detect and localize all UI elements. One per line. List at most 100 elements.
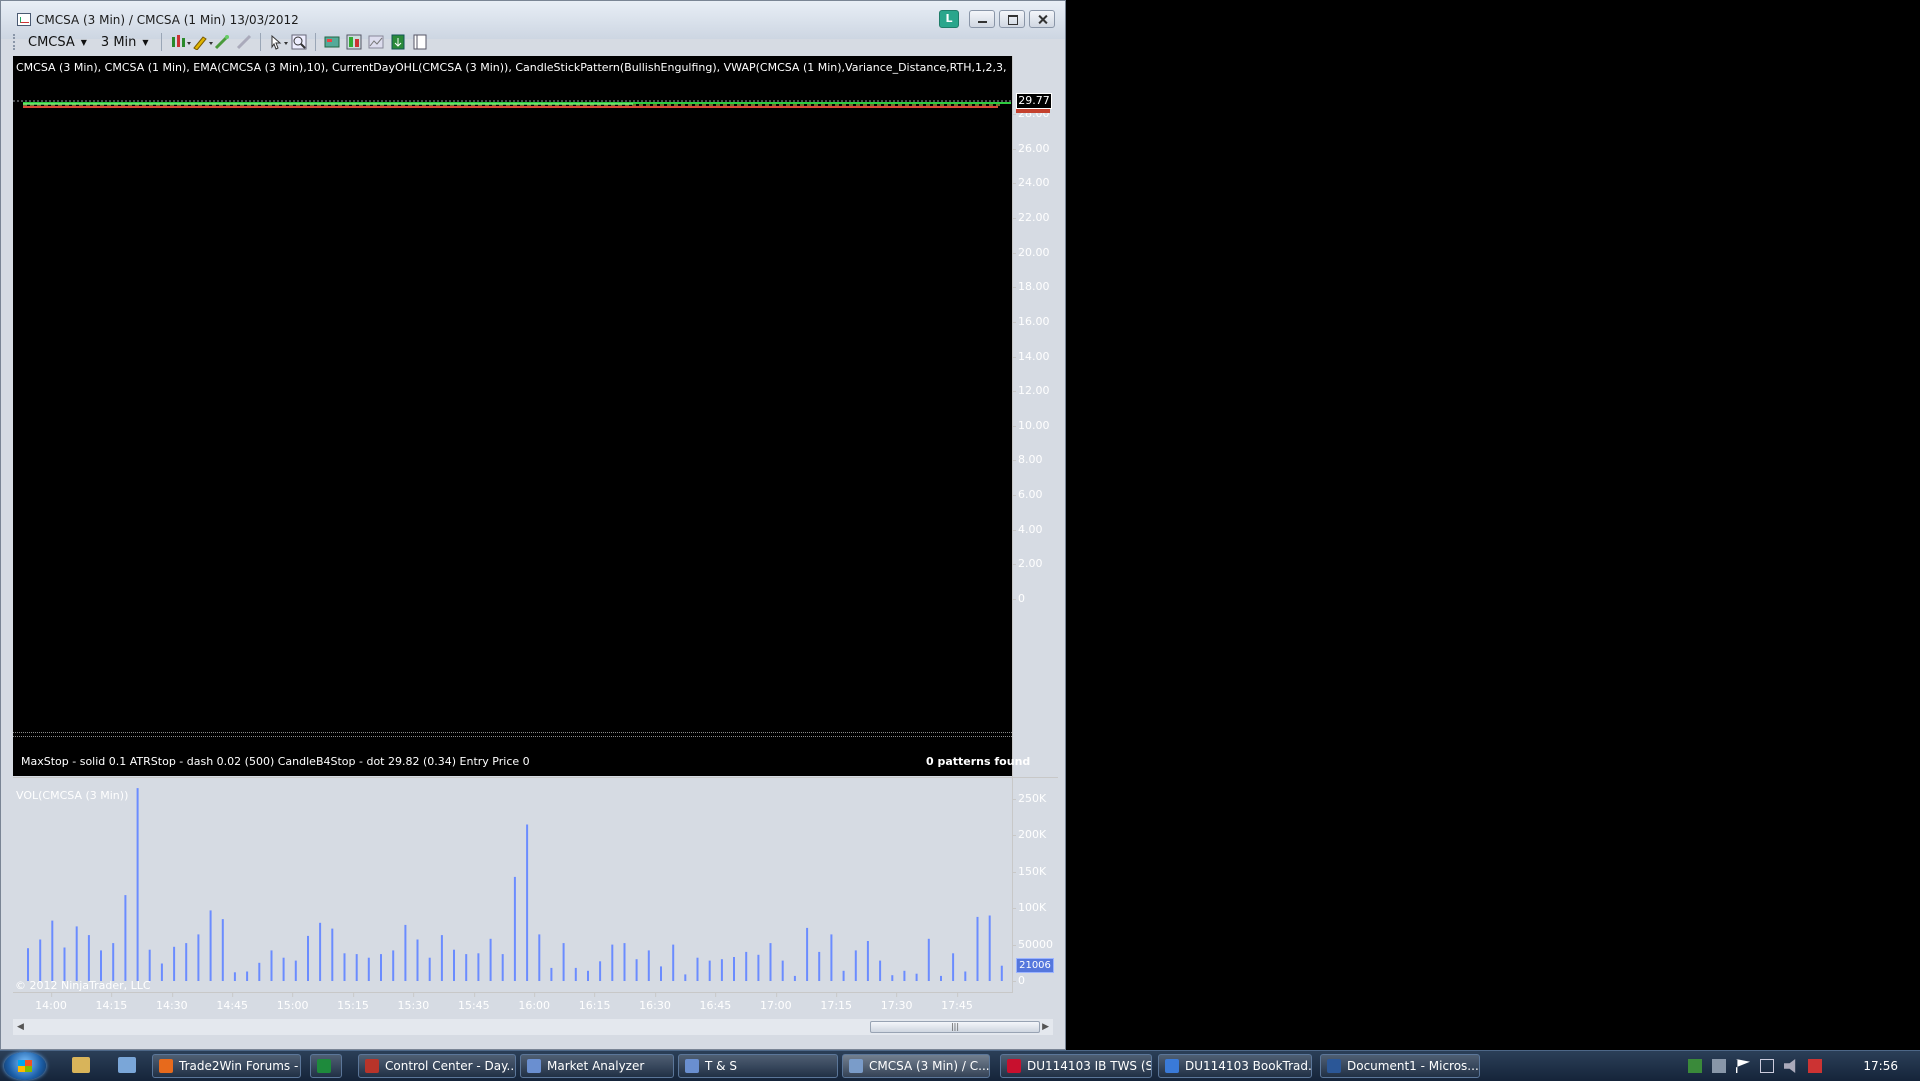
volume-bar xyxy=(830,934,833,981)
taskbar-item[interactable]: Trade2Win Forums - ... xyxy=(152,1054,301,1078)
taskbar-item[interactable]: DU114103 BookTrad... xyxy=(1158,1054,1312,1078)
start-button[interactable] xyxy=(4,1052,46,1080)
flag-icon[interactable] xyxy=(1736,1059,1750,1073)
volume-bar xyxy=(51,920,54,981)
volume-bar xyxy=(538,934,541,981)
bar-type-icon[interactable] xyxy=(170,34,191,50)
volume-bar xyxy=(988,915,991,981)
volume-bar xyxy=(148,949,151,981)
close-button[interactable] xyxy=(1029,10,1055,28)
time-axis-tick: 16:15 xyxy=(578,993,611,1012)
chart-image-icon[interactable] xyxy=(368,34,384,50)
refresh-icon[interactable] xyxy=(390,34,406,50)
chevron-down-icon: ▼ xyxy=(80,37,87,47)
volume-bar xyxy=(672,944,675,981)
folder-icon[interactable] xyxy=(72,1057,90,1073)
volume-bar xyxy=(793,975,796,981)
horizontal-scrollbar[interactable]: ◀ ||| ▶ xyxy=(13,1019,1053,1035)
taskbar-item[interactable]: Control Center - Day... xyxy=(358,1054,516,1078)
time-axis-tick: 15:30 xyxy=(397,993,430,1012)
minimize-button[interactable] xyxy=(969,10,995,28)
taskbar-item[interactable] xyxy=(310,1054,342,1078)
taskbar-item[interactable]: Market Analyzer xyxy=(520,1054,674,1078)
volume-bar xyxy=(367,957,370,981)
volume-chart[interactable] xyxy=(13,780,1013,992)
volume-bar xyxy=(112,943,115,981)
instrument-dropdown[interactable]: CMCSA ▼ xyxy=(24,35,91,50)
volume-axis-tick: 50000 xyxy=(1012,938,1058,951)
price-axis-tick: 14.00 xyxy=(1012,350,1058,363)
toolbar-grip[interactable] xyxy=(13,34,18,50)
volume-bar xyxy=(769,943,772,981)
monitor-icon[interactable] xyxy=(1760,1059,1774,1073)
time-axis-tick: 17:30 xyxy=(880,993,913,1012)
scroll-right-icon[interactable]: ▶ xyxy=(1042,1022,1049,1032)
strategy-icon[interactable] xyxy=(236,34,252,50)
taskbar-item[interactable]: CMCSA (3 Min) / C... xyxy=(842,1054,990,1078)
volume-bar xyxy=(355,954,358,981)
interval-label: 3 Min xyxy=(100,34,137,50)
clock[interactable]: 17:56 xyxy=(1863,1059,1898,1073)
volume-bar xyxy=(197,934,200,981)
volume-bar xyxy=(684,974,687,981)
volume-bar xyxy=(136,788,139,981)
last-volume-tag: 21006 xyxy=(1016,958,1054,973)
system-tray: 17:56 xyxy=(1670,1051,1920,1081)
volume-axis-tick: 250K xyxy=(1012,792,1058,805)
scroll-left-icon[interactable]: ◀ xyxy=(17,1022,24,1032)
zero-line xyxy=(13,732,1012,737)
taskbar-item-label: DU114103 IB TWS (Si... xyxy=(1027,1059,1151,1073)
volume-icon[interactable] xyxy=(1784,1059,1796,1073)
volume-bar xyxy=(891,975,894,981)
price-panel[interactable]: CMCSA (3 Min), CMCSA (1 Min), EMA(CMCSA … xyxy=(13,56,1013,776)
cursor-icon[interactable] xyxy=(269,34,288,50)
volume-bar xyxy=(331,928,334,981)
taskbar-item-label: T & S xyxy=(705,1059,737,1073)
window-icon xyxy=(527,1059,541,1073)
time-axis-tick: 14:30 xyxy=(155,993,188,1012)
chart-app-icon xyxy=(17,13,31,26)
price-axis[interactable]: 28.00 26.00 24.00 22.00 20.00 18.00 16.00 14.00… xyxy=(1012,56,1058,777)
properties-icon[interactable] xyxy=(412,34,428,50)
order-entry-icon[interactable] xyxy=(324,34,340,50)
price-axis-tick: 22.00 xyxy=(1012,211,1058,224)
volume-bar xyxy=(818,951,821,981)
volume-bar xyxy=(574,967,577,981)
link-button[interactable]: L xyxy=(939,10,959,28)
price-axis-tick: 0 xyxy=(1012,592,1058,605)
taskbar-item[interactable]: DU114103 IB TWS (Si... xyxy=(1000,1054,1152,1078)
volume-bar xyxy=(124,895,127,981)
notepad-icon[interactable] xyxy=(118,1057,136,1073)
volume-bar xyxy=(745,951,748,981)
volume-bar xyxy=(392,950,395,981)
price-axis-tick: 26.00 xyxy=(1012,142,1058,155)
volume-bar xyxy=(319,922,322,981)
data-box-icon[interactable] xyxy=(346,34,362,50)
volume-bar xyxy=(404,924,407,981)
volume-axis-tick: 200K xyxy=(1012,828,1058,841)
volume-bar xyxy=(27,948,29,981)
taskbar-item[interactable]: Document1 - Micros... xyxy=(1320,1054,1480,1078)
maximize-button[interactable] xyxy=(999,10,1025,28)
chart-toolbar: CMCSA ▼ 3 Min ▼ xyxy=(13,30,1053,54)
interval-dropdown[interactable]: 3 Min ▼ xyxy=(97,35,153,50)
taskbar-item-label: Control Center - Day... xyxy=(385,1059,516,1073)
volume-bar xyxy=(233,972,236,981)
scroll-thumb[interactable]: ||| xyxy=(870,1021,1040,1033)
volume-bar xyxy=(39,939,42,981)
volume-bar xyxy=(623,943,626,981)
volume-bar xyxy=(964,971,967,981)
volume-bar xyxy=(854,950,857,981)
drawing-tool-icon[interactable] xyxy=(192,34,213,51)
taskbar-item[interactable]: T & S xyxy=(678,1054,838,1078)
volume-bar xyxy=(513,876,516,981)
volume-bar xyxy=(87,935,90,981)
panel-divider[interactable] xyxy=(13,777,1058,778)
alert-icon[interactable] xyxy=(1808,1059,1822,1073)
speaker-icon[interactable] xyxy=(1712,1059,1726,1073)
indicator-icon[interactable] xyxy=(214,34,230,50)
zoom-icon[interactable] xyxy=(291,34,307,50)
network-icon[interactable] xyxy=(1688,1059,1702,1073)
time-axis-tick: 15:00 xyxy=(276,993,309,1012)
time-axis-tick: 14:15 xyxy=(95,993,128,1012)
